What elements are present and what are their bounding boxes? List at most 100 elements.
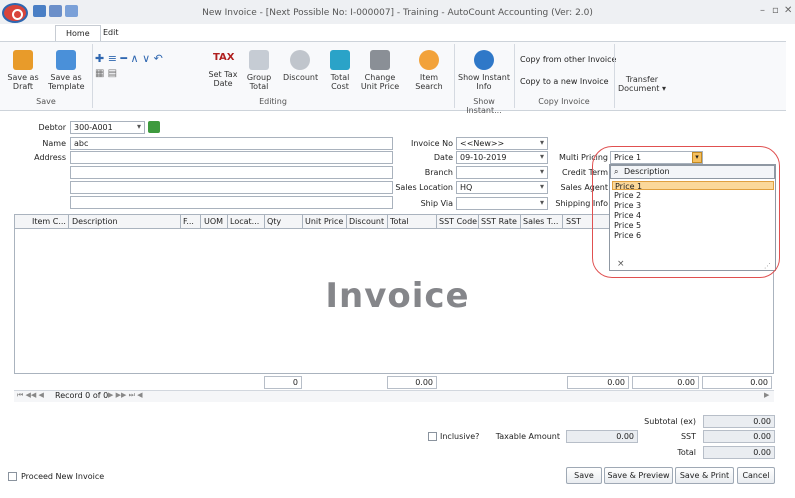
total-label: Total (677, 448, 696, 457)
group-total-icon (249, 50, 269, 70)
item-search-button[interactable]: Item Search (405, 50, 453, 91)
tax-icon: TAX (213, 52, 235, 63)
total-cost-icon (330, 50, 350, 70)
col-f[interactable]: F... (183, 217, 194, 226)
copy-from-other-invoice-button[interactable]: Copy from other Invoice (520, 55, 616, 64)
close-icon[interactable]: ✕ (784, 5, 792, 16)
save-as-template-button[interactable]: Save as Template (48, 50, 85, 91)
col-sep (436, 215, 437, 228)
save-and-print-button[interactable]: Save & Print (675, 467, 734, 484)
col-location[interactable]: Locat... (230, 217, 259, 226)
col-discount[interactable]: Discount (349, 217, 384, 226)
col-sep (227, 215, 228, 228)
ribbon-separator (614, 44, 615, 108)
save-template-icon (56, 50, 76, 70)
discount-icon (290, 50, 310, 70)
col-sep (200, 215, 201, 228)
col-sep (302, 215, 303, 228)
taxable-amount-value: 0.00 (566, 430, 638, 443)
subtotal-label: Subtotal (ex) (644, 417, 696, 426)
minimize-icon[interactable]: – (760, 5, 765, 16)
total-sum: 0.00 (387, 376, 437, 389)
nav-first-icon[interactable]: ⏮ ◀◀ ◀ (17, 391, 44, 400)
scroll-right-icon[interactable]: ▶ (764, 391, 769, 399)
address-line-1[interactable] (70, 151, 393, 164)
invoice-watermark: Invoice (325, 276, 470, 316)
address-line-2[interactable] (70, 166, 393, 179)
col-unit-price[interactable]: Unit Price (305, 217, 343, 226)
debtor-field[interactable]: 300-A001 (70, 121, 145, 134)
group-label-show-instant: Show Instant... (466, 97, 502, 115)
col-sep (478, 215, 479, 228)
debtor-label: Debtor (38, 123, 66, 132)
inclusive-checkbox[interactable] (428, 432, 437, 441)
proceed-new-invoice-checkbox[interactable] (8, 472, 17, 481)
col-sep (346, 215, 347, 228)
inclusive-label: Inclusive? (440, 432, 480, 441)
total-value: 0.00 (703, 446, 775, 459)
sales-location-field[interactable]: HQ (456, 181, 548, 194)
group-label-copy: Copy Invoice (538, 97, 590, 106)
record-counter: Record 0 of 0 (55, 391, 109, 400)
show-instant-info-button[interactable]: Show Instant Info (456, 50, 512, 91)
group-total-button[interactable]: Group Total (244, 50, 274, 91)
date-label: Date (433, 153, 453, 162)
grid-tools-icons[interactable]: ▦ ▤ (95, 68, 135, 80)
group-label-editing: Editing (259, 97, 287, 106)
col-total[interactable]: Total (390, 217, 409, 226)
change-unit-price-button[interactable]: Change Unit Price (359, 50, 401, 91)
sst-label: SST (680, 432, 696, 441)
qty-total: 0 (264, 376, 302, 389)
col-uom[interactable]: UOM (204, 217, 223, 226)
sst-value: 0.00 (703, 430, 775, 443)
row-tools-icons[interactable]: ✚ ≡ ━ ∧ ∨ ↶ (95, 52, 205, 65)
branch-label: Branch (424, 168, 453, 177)
ship-via-field[interactable] (456, 197, 548, 210)
copy-to-new-invoice-button[interactable]: Copy to a new Invoice (520, 77, 609, 86)
transfer-document-button[interactable]: Transfer Document ▾ (618, 75, 666, 93)
address-line-4[interactable] (70, 196, 393, 209)
taxable-amount-label: Taxable Amount (495, 432, 560, 441)
sales-location-label: Sales Location (395, 183, 453, 192)
col-sst-code[interactable]: SST Code (439, 217, 477, 226)
col-description[interactable]: Description (72, 217, 118, 226)
name-field[interactable]: abc (70, 137, 393, 150)
cancel-button[interactable]: Cancel (737, 467, 775, 484)
save-and-preview-button[interactable]: Save & Preview (604, 467, 673, 484)
col-item-code[interactable]: Item C... (32, 217, 66, 226)
col-sep (562, 215, 563, 228)
address-label: Address (34, 153, 66, 162)
save-draft-icon (13, 50, 33, 70)
window-title: New Invoice - [Next Possible No: I-00000… (202, 8, 593, 18)
invoice-no-label: Invoice No (410, 139, 453, 148)
date-field[interactable]: 09-10-2019 (456, 151, 548, 164)
address-line-3[interactable] (70, 181, 393, 194)
sst-total-1: 0.00 (567, 376, 629, 389)
highlight-annotation (592, 146, 780, 278)
col-sales-tax[interactable]: Sales T... (523, 217, 558, 226)
set-tax-date-button[interactable]: TAX Set Tax Date (205, 47, 241, 89)
save-button[interactable]: Save (566, 467, 602, 484)
invoice-no-field[interactable]: <<New>> (456, 137, 548, 150)
col-qty[interactable]: Qty (267, 217, 281, 226)
search-icon (419, 50, 439, 70)
sst-total-2: 0.00 (632, 376, 699, 389)
col-sep (264, 215, 265, 228)
sst-total-3: 0.00 (702, 376, 772, 389)
maximize-icon[interactable]: ▫ (772, 5, 779, 16)
ship-via-label: Ship Via (420, 199, 453, 208)
col-sst-rate[interactable]: SST Rate (481, 217, 517, 226)
tab-edit[interactable]: Edit (93, 25, 129, 42)
subtotal-value: 0.00 (703, 415, 775, 428)
discount-button[interactable]: Discount (283, 50, 318, 82)
col-sep (180, 215, 181, 228)
info-icon (474, 50, 494, 70)
col-sep (68, 215, 69, 228)
save-as-draft-button[interactable]: Save as Draft (7, 50, 39, 91)
col-sst[interactable]: SST (566, 217, 581, 226)
debtor-lookup-icon[interactable] (148, 121, 160, 133)
nav-next-icon[interactable]: ▶ ▶▶ ⏭ ◀ (108, 391, 143, 400)
total-cost-button[interactable]: Total Cost (324, 50, 356, 91)
branch-field[interactable] (456, 166, 548, 179)
group-label-save: Save (36, 97, 56, 106)
